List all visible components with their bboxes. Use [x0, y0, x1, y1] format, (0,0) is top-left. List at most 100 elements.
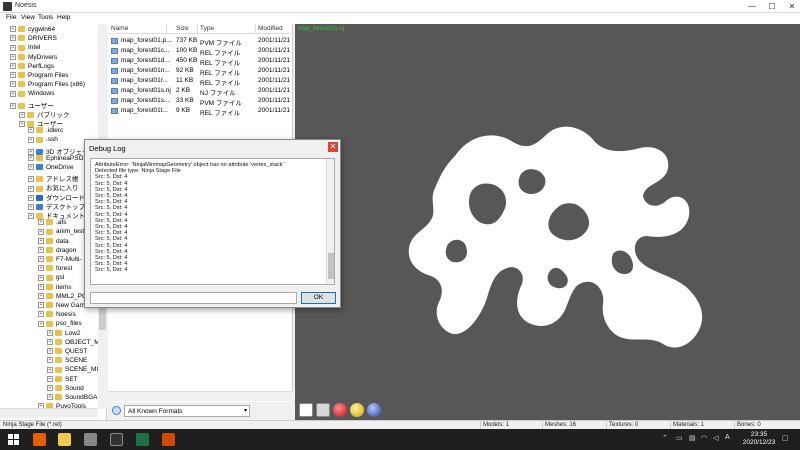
debug-command-input[interactable] — [90, 292, 297, 304]
file-row[interactable]: map_forest01.p... 737 KB PVM ファイル 2001/11/2… — [108, 36, 292, 47]
expand-toggle-icon[interactable]: + — [38, 293, 44, 300]
skeleton-icon[interactable] — [316, 403, 330, 417]
tree-item[interactable]: + .ssh — [28, 136, 58, 145]
tree-item[interactable]: + EphineaPSO — [28, 155, 84, 164]
tree-item[interactable]: + Program Files — [10, 72, 68, 81]
expand-toggle-icon[interactable]: + — [10, 81, 16, 88]
expand-toggle-icon[interactable]: + — [38, 228, 44, 235]
tree-item[interactable]: + data — [38, 238, 69, 247]
expand-toggle-icon[interactable]: + — [47, 375, 53, 382]
expand-toggle-icon[interactable]: + — [10, 72, 16, 79]
menu-tools[interactable]: Tools — [38, 14, 53, 21]
firefox-icon[interactable] — [33, 433, 46, 446]
file-row[interactable]: map_forest01s.nj 2 KB NJ ファイル 2001/11/21 — [108, 86, 292, 97]
notification-icon[interactable]: ▢ — [782, 434, 789, 442]
tree-item[interactable]: + forest — [38, 265, 72, 274]
close-button[interactable]: ✕ — [780, 0, 800, 13]
network-icon[interactable]: ▤ — [689, 434, 696, 442]
refresh-icon[interactable] — [112, 406, 121, 415]
file-row[interactable]: map_forest01t... 9 KB REL ファイル 2001/11/21 — [108, 106, 292, 117]
windows-start-icon[interactable] — [8, 434, 19, 445]
tree-item[interactable]: + SoundBGA — [47, 394, 98, 403]
file-row[interactable]: map_forest01d... 450 KB REL ファイル 2001/11/21 — [108, 56, 292, 67]
tree-item[interactable]: + ユーザー — [10, 100, 54, 110]
expand-toggle-icon[interactable]: + — [47, 348, 53, 355]
expand-toggle-icon[interactable]: + — [28, 127, 34, 134]
expand-toggle-icon[interactable]: + — [10, 53, 16, 60]
tree-item[interactable]: + Program Files (x86) — [10, 81, 85, 90]
tree-item[interactable]: + QUEST — [47, 348, 87, 357]
expand-toggle-icon[interactable]: + — [38, 320, 44, 327]
tree-item[interactable]: + OBJECT_M — [47, 339, 100, 348]
column-modified[interactable]: Modified — [258, 25, 283, 32]
tree-item[interactable]: + MML2_PC — [38, 293, 87, 302]
info-icon[interactable] — [299, 403, 313, 417]
debug-log-output[interactable]: AttributeError: 'NinjaMinimapGeometry' o… — [90, 158, 335, 285]
tree-item[interactable]: + ダウンロード — [28, 192, 85, 202]
expand-toggle-icon[interactable]: + — [47, 366, 53, 373]
tree-item[interactable]: + pso_files — [38, 320, 82, 329]
expand-toggle-icon[interactable]: + — [10, 44, 16, 51]
log-scroll-thumb[interactable] — [328, 253, 334, 279]
expand-toggle-icon[interactable]: + — [38, 219, 44, 226]
expand-toggle-icon[interactable]: + — [10, 63, 16, 70]
tree-item[interactable]: + OneDrive — [28, 164, 73, 173]
tree-item[interactable]: + SET — [47, 376, 78, 385]
expand-toggle-icon[interactable]: + — [38, 237, 44, 244]
expand-toggle-icon[interactable]: + — [47, 385, 53, 392]
expand-toggle-icon[interactable]: + — [28, 213, 34, 220]
wifi-icon[interactable]: ◠ — [701, 434, 707, 442]
tree-item[interactable]: + SCENE — [47, 357, 87, 366]
file-row[interactable]: map_forest01n... 92 KB REL ファイル 2001/11/21 — [108, 66, 292, 77]
menu-view[interactable]: View — [21, 14, 35, 21]
file-explorer-icon[interactable] — [58, 433, 71, 446]
tree-item[interactable]: + ドキュメント — [28, 210, 85, 220]
tree-item[interactable]: + Windows — [10, 90, 54, 99]
expand-toggle-icon[interactable]: + — [19, 121, 25, 128]
tree-item[interactable]: + お気に入り — [28, 182, 79, 192]
tree-item[interactable]: + パブリック — [19, 109, 70, 119]
expand-toggle-icon[interactable]: + — [38, 265, 44, 272]
tree-item[interactable]: + SCENE_MI — [47, 366, 98, 375]
tree-item[interactable]: + .afs — [38, 219, 66, 228]
expand-toggle-icon[interactable]: + — [10, 26, 16, 33]
tree-item[interactable]: + DRIVERS — [10, 35, 57, 44]
ok-button[interactable]: OK — [301, 292, 336, 304]
dialog-close-button[interactable]: ✕ — [328, 142, 338, 152]
gold-sphere-icon[interactable] — [350, 403, 364, 417]
expand-toggle-icon[interactable]: + — [10, 35, 16, 42]
file-row[interactable]: map_forest01r... 11 KB REL ファイル 2001/11/21 — [108, 76, 292, 87]
file-row[interactable]: map_forest01s... 33 KB PVM ファイル 2001/11/21 — [108, 96, 292, 107]
column-name[interactable]: Name — [111, 25, 128, 32]
terminal-icon[interactable] — [110, 433, 123, 446]
ime-indicator[interactable]: A — [725, 434, 730, 441]
clock[interactable]: 23:35 2020/12/23 — [740, 431, 778, 447]
expand-toggle-icon[interactable]: + — [47, 394, 53, 401]
tree-item[interactable]: + New Gam — [38, 302, 85, 311]
expand-toggle-icon[interactable]: + — [28, 164, 34, 171]
expand-toggle-icon[interactable]: + — [38, 283, 44, 290]
tree-horizontal-scrollbar[interactable] — [0, 408, 98, 418]
column-type[interactable]: Type — [200, 25, 214, 32]
menu-help[interactable]: Help — [57, 14, 70, 21]
app-icon[interactable] — [162, 433, 175, 446]
red-sphere-icon[interactable] — [333, 403, 347, 417]
spreadsheet-icon[interactable] — [136, 433, 149, 446]
tree-item[interactable]: + cygwin64 — [10, 26, 55, 35]
tree-item[interactable]: + Noesis — [38, 311, 76, 320]
expand-toggle-icon[interactable]: + — [38, 256, 44, 263]
expand-toggle-icon[interactable]: + — [47, 339, 53, 346]
tree-item[interactable]: + F7-Multi- — [38, 256, 82, 265]
tree-item[interactable]: + .idlerc — [28, 127, 63, 136]
expand-toggle-icon[interactable]: + — [47, 329, 53, 336]
expand-toggle-icon[interactable]: + — [38, 311, 44, 318]
expand-toggle-icon[interactable]: + — [38, 302, 44, 309]
format-filter-select[interactable]: All Known Formats ▾ — [124, 405, 250, 417]
tree-item[interactable]: + anim_test — [38, 228, 84, 237]
volume-icon[interactable]: ◁ — [713, 434, 718, 442]
chevron-up-icon[interactable]: ⌃ — [662, 434, 668, 442]
tree-item[interactable]: + Sound — [47, 385, 84, 394]
column-size[interactable]: Size — [176, 25, 189, 32]
expand-toggle-icon[interactable]: + — [47, 357, 53, 364]
tree-item[interactable]: + items — [38, 284, 72, 293]
